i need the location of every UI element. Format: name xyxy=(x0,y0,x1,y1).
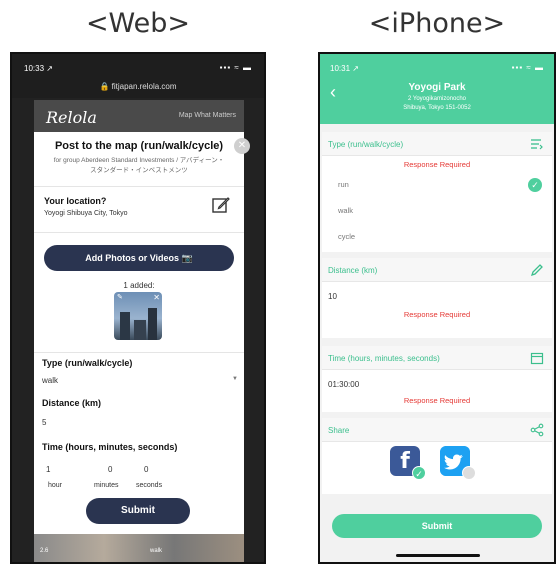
time-card: Time (hours, minutes, seconds) 01:30:00 … xyxy=(322,346,552,412)
distance-card-header: Distance (km) xyxy=(322,258,552,282)
share-card-header: Share xyxy=(322,418,552,442)
edit-icon[interactable] xyxy=(212,196,230,214)
group-name: for group Aberdeen Standard Investments … xyxy=(24,156,254,176)
building-shape xyxy=(120,312,130,340)
type-response-required: Response Required xyxy=(403,160,471,169)
web-banner: Relola Map What Matters xyxy=(34,100,244,132)
strip-distance: 2.6 xyxy=(40,548,49,554)
time-card-header: Time (hours, minutes, seconds) xyxy=(322,346,552,370)
seconds-unit: seconds xyxy=(136,482,163,489)
edit-photo-icon[interactable]: ✎ xyxy=(117,293,123,301)
list-icon xyxy=(531,139,543,150)
banner-tagline: Map What Matters xyxy=(178,112,236,119)
close-icon[interactable]: ✕ xyxy=(234,138,250,154)
iphone-status-time: 10:31 ↗ xyxy=(330,64,359,73)
added-count: 1 added: xyxy=(123,281,155,290)
submit-button[interactable]: Submit xyxy=(86,498,190,524)
distance-card: Distance (km) 10 Response Required xyxy=(322,258,552,338)
post-title: Post to the map (run/walk/cycle) xyxy=(54,140,224,152)
hour-unit: hour xyxy=(48,482,63,489)
type-card-header: Type (run/walk/cycle) xyxy=(322,132,552,156)
remove-photo-icon[interactable]: ✕ xyxy=(153,293,160,302)
strip-type: walk xyxy=(150,548,163,554)
time-label: Time (hours, minutes, seconds) xyxy=(42,442,178,452)
distance-label: Distance (km) xyxy=(42,398,102,408)
minutes-unit: minutes xyxy=(94,482,119,489)
building-shape xyxy=(148,308,157,340)
web-status-icons: ▪▪▪ ≈ ▬ xyxy=(219,63,252,72)
home-indicator xyxy=(396,554,480,557)
relola-logo: Relola xyxy=(46,108,97,127)
map-preview-strip: 2.6 walk xyxy=(34,534,244,562)
web-status-time: 10:33 ↗ xyxy=(24,64,53,73)
hours-input[interactable]: 1 xyxy=(46,465,50,474)
photo-thumbnail[interactable]: ✎ ✕ xyxy=(114,292,162,340)
iphone-screenshot: 10:31 ↗ ▪▪▪ ≈ ▬ ‹ Yoyogi Park 2 Yoyogika… xyxy=(318,52,556,564)
pencil-icon[interactable] xyxy=(530,263,544,277)
place-address-line-1: 2 Yoyogikamizonocho xyxy=(407,96,467,102)
twitter-unchecked-indicator xyxy=(462,466,476,480)
web-page: Relola Map What Matters Post to the map … xyxy=(34,100,250,562)
submit-button[interactable]: Submit xyxy=(332,514,542,538)
share-label: Share xyxy=(328,426,350,435)
facebook-checked-icon: ✓ xyxy=(412,466,426,480)
heading-web: <Web> xyxy=(85,8,191,39)
heading-iphone: <iPhone> xyxy=(368,8,506,39)
divider xyxy=(34,232,244,233)
distance-response-required: Response Required xyxy=(403,310,471,319)
place-title: Yoyogi Park xyxy=(408,82,466,93)
web-browser-bar: 10:33 ↗ ▪▪▪ ≈ ▬ 🔒 fitjapan.relola.com xyxy=(12,54,264,98)
option-run[interactable]: run xyxy=(338,180,349,189)
share-card: Share f ✓ xyxy=(322,418,552,494)
option-cycle[interactable]: cycle xyxy=(338,232,355,241)
divider xyxy=(34,352,244,353)
type-label: Type (run/walk/cycle) xyxy=(328,140,404,149)
time-response-required: Response Required xyxy=(403,396,471,405)
calendar-icon[interactable] xyxy=(530,351,544,365)
divider xyxy=(34,186,244,187)
web-url-bar[interactable]: 🔒 fitjapan.relola.com xyxy=(12,82,264,91)
distance-input[interactable]: 5 xyxy=(42,418,46,427)
place-address-line-2: Shibuya, Tokyo 151-0052 xyxy=(403,105,471,111)
type-select[interactable]: walk xyxy=(42,376,58,385)
share-icon[interactable] xyxy=(530,423,544,437)
distance-label: Distance (km) xyxy=(328,266,378,275)
add-photos-button[interactable]: Add Photos or Videos 📷 xyxy=(44,245,234,271)
minutes-input[interactable]: 0 xyxy=(108,465,112,474)
checkmark-icon: ✓ xyxy=(528,178,542,192)
group-line-1: for group Aberdeen Standard Investments … xyxy=(53,157,225,164)
seconds-input[interactable]: 0 xyxy=(144,465,148,474)
type-card: Type (run/walk/cycle) Response Required … xyxy=(322,132,552,252)
web-phone-screenshot: 10:33 ↗ ▪▪▪ ≈ ▬ 🔒 fitjapan.relola.com Re… xyxy=(10,52,266,564)
distance-input[interactable]: 10 xyxy=(328,292,337,301)
iphone-status-icons: ▪▪▪ ≈ ▬ xyxy=(511,63,544,72)
option-walk[interactable]: walk xyxy=(338,206,353,215)
building-shape xyxy=(134,320,146,340)
group-line-2: スタンダード・インベストメンツ xyxy=(90,167,188,174)
chevron-down-icon[interactable]: ▼ xyxy=(232,376,238,382)
location-label: Your location? xyxy=(44,196,107,206)
time-input[interactable]: 01:30:00 xyxy=(328,380,359,389)
type-label: Type (run/walk/cycle) xyxy=(42,358,133,368)
time-label: Time (hours, minutes, seconds) xyxy=(328,354,440,363)
location-value: Yoyogi Shibuya City, Tokyo xyxy=(44,210,128,217)
iphone-header: 10:31 ↗ ▪▪▪ ≈ ▬ ‹ Yoyogi Park 2 Yoyogika… xyxy=(320,54,554,124)
